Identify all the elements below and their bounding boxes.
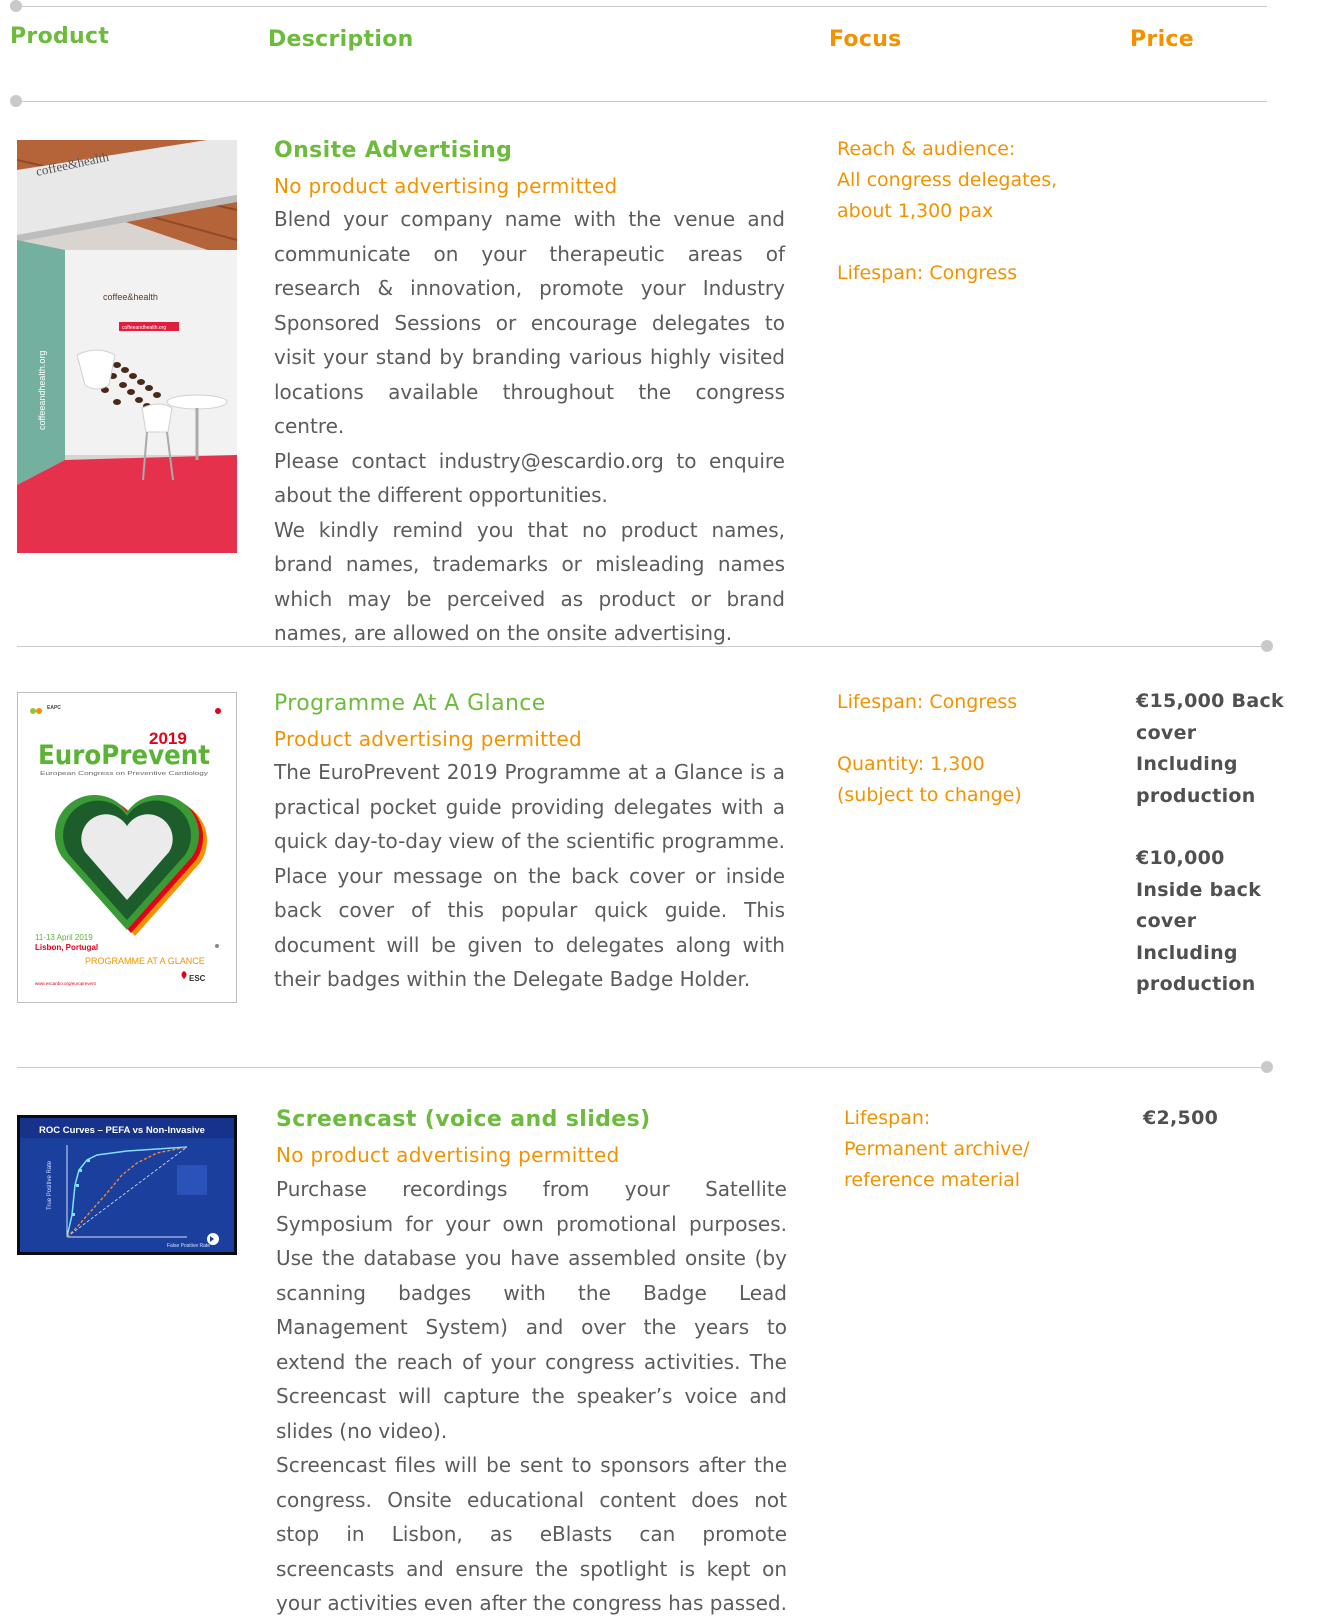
- programme-at-a-glance-image: EAPC 2019 EuroPrevent European Congress …: [17, 692, 237, 1003]
- cover-location: Lisbon, Portugal: [35, 943, 98, 952]
- onsite-advertising-subtitle: No product advertising permitted: [274, 174, 618, 198]
- cover-document-name: PROGRAMME AT A GLANCE: [85, 956, 205, 966]
- onsite-advertising-title: Onsite Advertising: [274, 138, 513, 163]
- description-paragraph: The EuroPrevent 2019 Programme at a Glan…: [274, 760, 785, 991]
- description-paragraph: Please contact industry@escardio.org to …: [274, 448, 785, 508]
- programme-at-a-glance-subtitle: Product advertising permitted: [274, 727, 583, 751]
- row-divider-1-dot: [1261, 640, 1273, 652]
- screencast-slide: ROC Curves – PEFA vs Non-Invasive True P…: [17, 1115, 237, 1255]
- slide-y-label: True Positive Rate: [47, 1160, 53, 1210]
- column-header-price: Price: [1130, 27, 1194, 52]
- header-bottom-rule: [15, 101, 1267, 102]
- header-top-rule: [15, 6, 1267, 7]
- cover-dates: 11-13 April 2019: [35, 933, 93, 942]
- description-paragraph: We kindly remind you that no product nam…: [274, 517, 785, 646]
- screencast-image: ROC Curves – PEFA vs Non-Invasive True P…: [17, 1115, 237, 1255]
- cover-brand: EuroPrevent: [38, 740, 210, 771]
- screencast-description: Purchase recordings from your Satellite …: [276, 1172, 787, 1621]
- cover-url: www.escardio.org/europrevent: [35, 981, 97, 986]
- screencast-title: Screencast (voice and slides): [276, 1107, 651, 1132]
- cover-tagline: European Congress on Preventive Cardiolo…: [40, 771, 208, 777]
- programme-at-a-glance-title: Programme At A Glance: [274, 691, 546, 716]
- column-header-focus: Focus: [829, 27, 902, 52]
- column-header-product: Product: [10, 24, 110, 49]
- onsite-advertising-image: coffee&health coffee&health coffeeandhea…: [17, 140, 237, 553]
- row-divider-1: [17, 646, 1267, 647]
- focus-entry: Lifespan: Congress: [837, 262, 1018, 284]
- focus-entry: Lifespan: Permanent archive/ reference m…: [844, 1107, 1030, 1191]
- slide-title: ROC Curves – PEFA vs Non-Invasive: [39, 1125, 205, 1136]
- screencast-subtitle: No product advertising permitted: [276, 1143, 620, 1167]
- column-header-description: Description: [268, 27, 414, 52]
- focus-entry: Quantity: 1,300 (subject to change): [837, 753, 1022, 806]
- row-divider-2-dot: [1261, 1061, 1273, 1073]
- programme-cover: EAPC 2019 EuroPrevent European Congress …: [17, 692, 237, 1003]
- description-paragraph: Blend your company name with the venue a…: [274, 207, 785, 438]
- header-bottom-rule-dot: [10, 95, 22, 107]
- onsite-advertising-description: Blend your company name with the venue a…: [274, 202, 785, 651]
- cover-esc-logo: ESC: [189, 974, 206, 983]
- slide-x-label: False Positive Rate: [167, 1243, 210, 1249]
- description-paragraph: Purchase recordings from your Satellite …: [276, 1177, 787, 1443]
- screencast-price: €2,500: [1143, 1103, 1218, 1166]
- row-divider-2: [17, 1067, 1267, 1068]
- programme-at-a-glance-focus: Lifespan: Congress Quantity: 1,300 (subj…: [837, 687, 1022, 842]
- price-entry: €2,500: [1143, 1107, 1219, 1129]
- booth-side-url: coffeeandhealth.org: [37, 351, 47, 430]
- onsite-advertising-focus: Reach & audience: All congress delegates…: [837, 134, 1057, 320]
- cover-org-tag: EAPC: [47, 705, 61, 711]
- booth-wall-button-text: coffeeandhealth.org: [122, 325, 166, 331]
- booth-photo: coffee&health coffee&health coffeeandhea…: [17, 140, 237, 553]
- price-entry: €15,000 Back cover Including production: [1136, 690, 1284, 807]
- price-entry: €10,000 Inside back cover Including prod…: [1136, 847, 1262, 995]
- focus-entry: Reach & audience: All congress delegates…: [837, 138, 1058, 222]
- focus-entry: Lifespan: Congress: [837, 691, 1018, 713]
- programme-at-a-glance-price: €15,000 Back cover Including production …: [1136, 686, 1284, 1032]
- header-top-rule-dot: [10, 0, 22, 12]
- description-paragraph: Screencast files will be sent to sponsor…: [276, 1453, 787, 1615]
- screencast-focus: Lifespan: Permanent archive/ reference m…: [844, 1103, 1030, 1227]
- booth-wall-logo: coffee&health: [103, 292, 158, 302]
- programme-at-a-glance-description: The EuroPrevent 2019 Programme at a Glan…: [274, 755, 785, 997]
